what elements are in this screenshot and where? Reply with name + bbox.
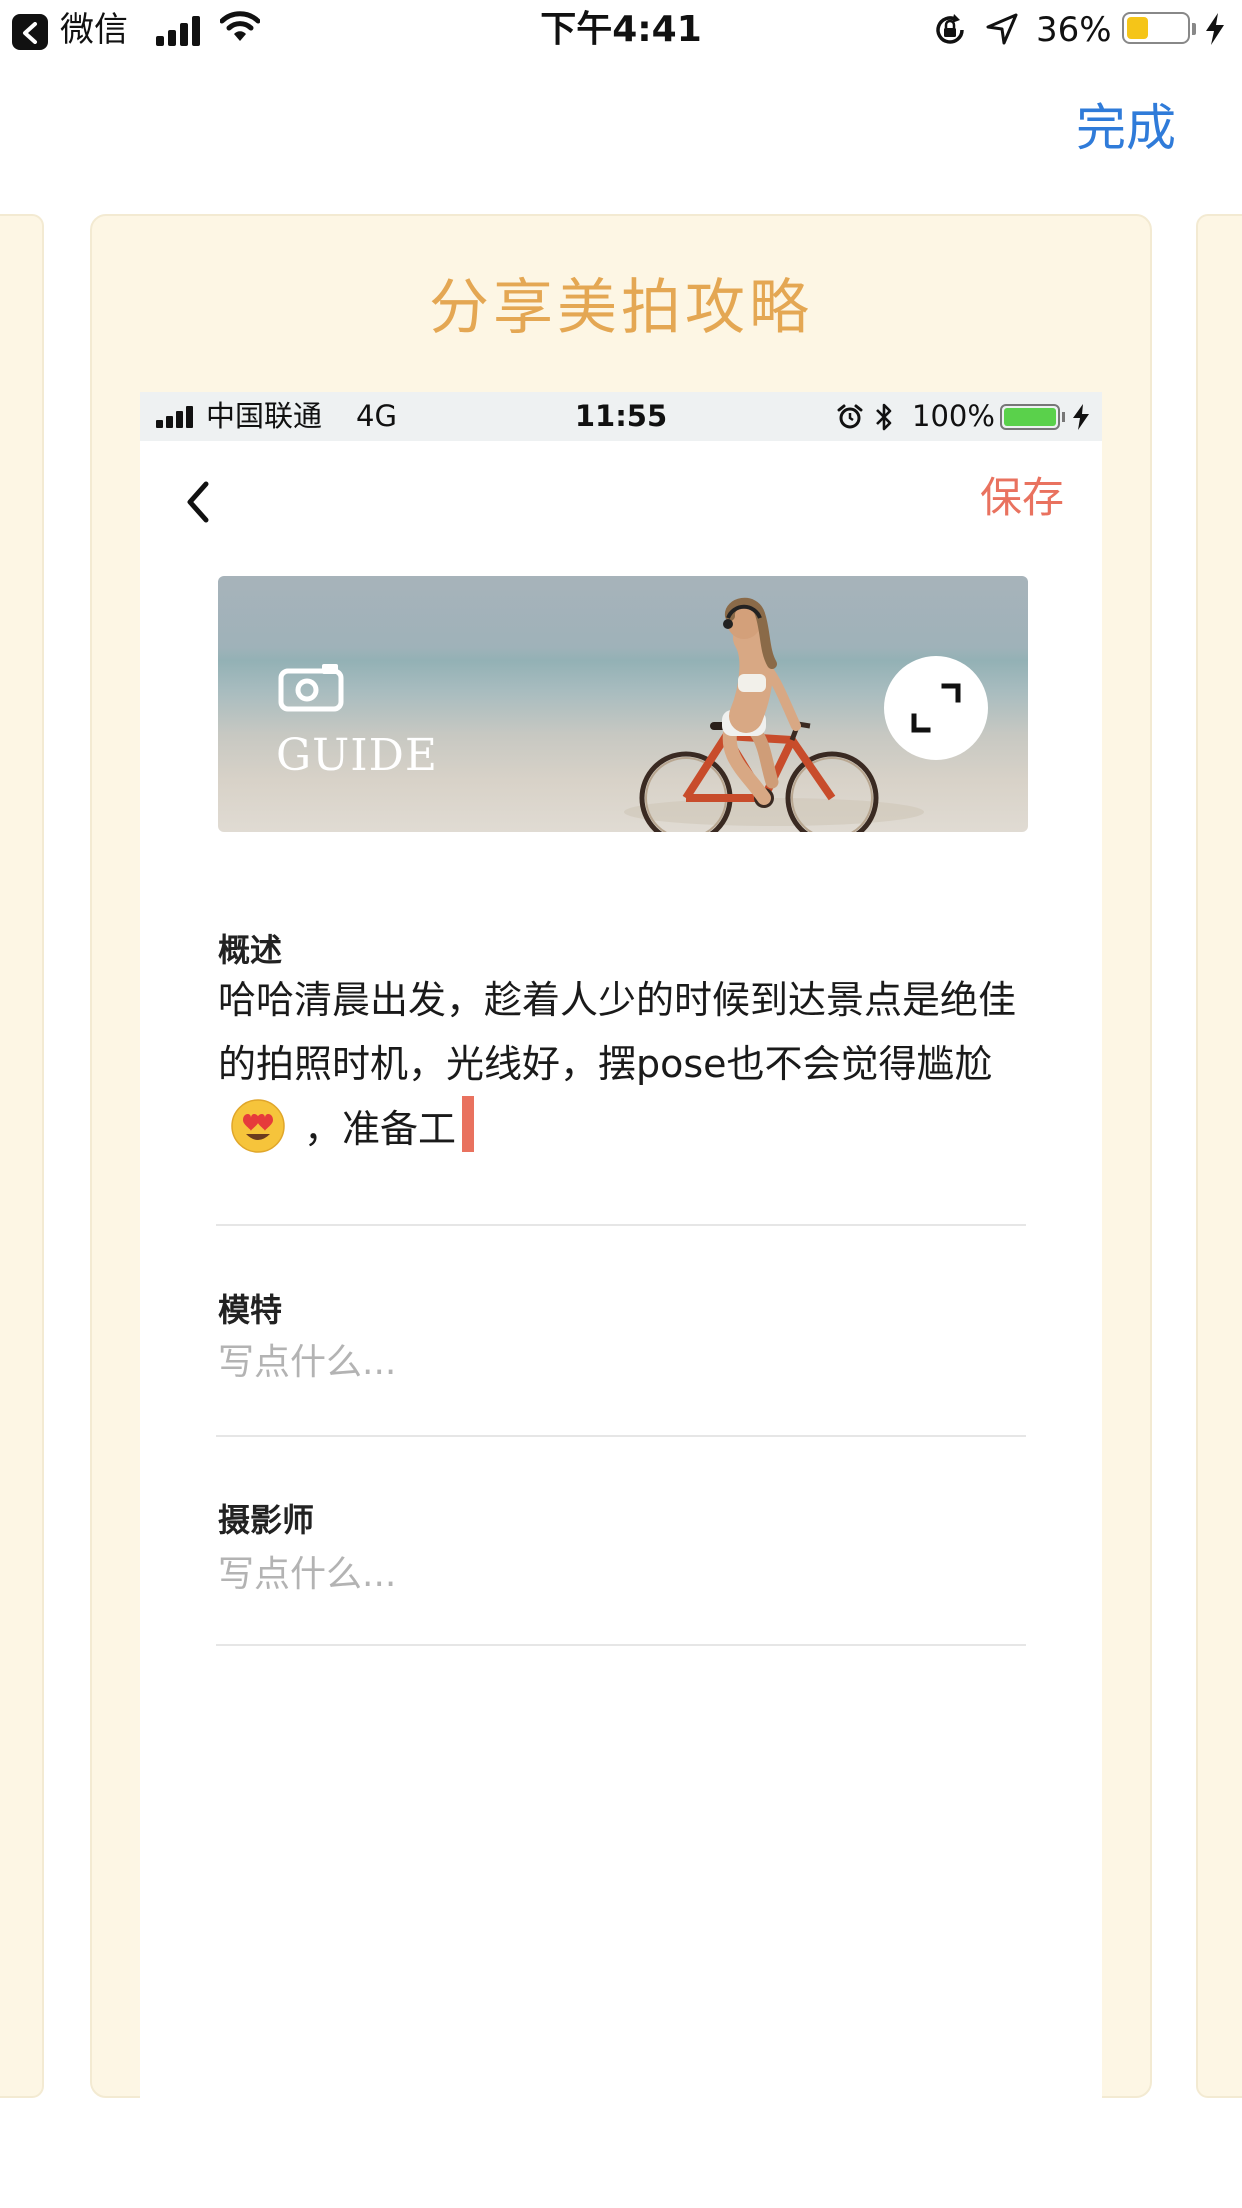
guide-cover-image[interactable]: GUIDE [218,576,1028,832]
status-bar: 微信 下午4:41 36% [0,0,1242,62]
divider [216,1224,1026,1226]
next-card[interactable] [1196,214,1242,2098]
photographer-input[interactable]: 写点什么... [218,1550,396,1600]
overview-textarea[interactable]: 哈哈清晨出发，趁着人少的时候到达景点是绝佳的拍照时机，光线好，摆pose也不会觉… [218,968,1038,1161]
inner-battery-cap [1062,412,1065,422]
inner-battery-icon [1000,404,1060,430]
photographer-label: 摄影师 [218,1501,315,1539]
overview-text-continued: ，准备工 [304,1107,457,1151]
inner-battery-percentage: 100% [912,399,995,433]
heart-eyes-emoji-icon [231,1099,285,1153]
location-arrow-icon [986,13,1018,45]
battery-cap [1192,23,1196,35]
text-cursor [462,1096,475,1152]
guide-card: 分享美拍攻略 中国联通 4G 11:55 100% 保存 GUIDE 概述 哈哈… [90,214,1152,2102]
battery-percentage: 36% [1036,10,1112,50]
phone-preview: 中国联通 4G 11:55 100% 保存 GUIDE 概述 哈哈清晨出发，趁着… [140,392,1102,2102]
done-button[interactable]: 完成 [1076,96,1176,160]
expand-button[interactable] [884,656,988,760]
previous-card[interactable] [0,214,44,2098]
inner-status-bar: 中国联通 4G 11:55 100% [140,392,1102,441]
overview-label: 概述 [218,931,283,969]
camera-icon [278,664,344,712]
divider [216,1435,1026,1437]
expand-icon [911,683,961,733]
save-button[interactable]: 保存 [980,468,1064,528]
divider [216,1644,1026,1646]
alarm-icon [837,404,863,429]
bluetooth-icon [876,403,892,431]
rotation-lock-icon [936,14,964,44]
battery-icon [1122,12,1190,44]
overview-text: 哈哈清晨出发，趁着人少的时候到达景点是绝佳的拍照时机，光线好，摆pose也不会觉… [218,978,1017,1086]
charging-bolt-icon [1206,13,1224,45]
card-title: 分享美拍攻略 [429,273,813,343]
model-label: 模特 [218,1291,283,1329]
inner-charging-bolt-icon [1073,404,1089,430]
banner-label: GUIDE [276,730,439,781]
model-input[interactable]: 写点什么... [218,1338,396,1388]
chevron-left-icon[interactable] [178,474,218,530]
